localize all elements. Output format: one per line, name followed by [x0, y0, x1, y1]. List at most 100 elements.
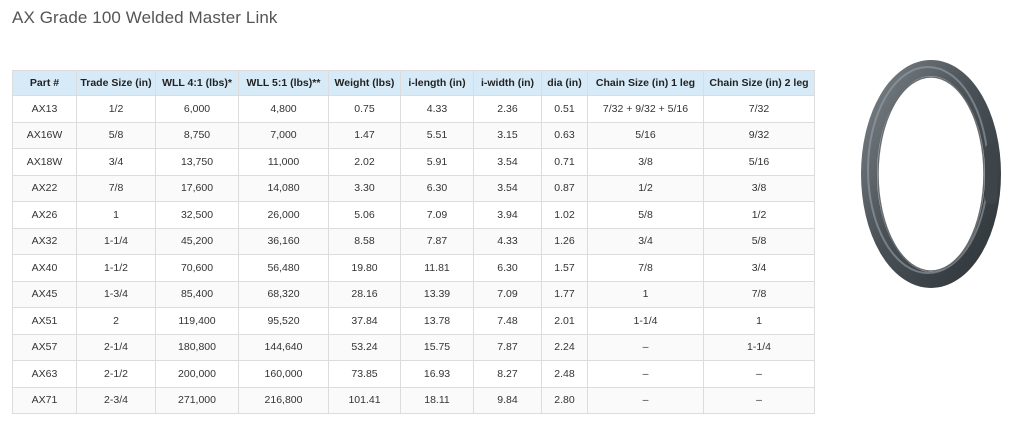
column-header: dia (in): [541, 70, 588, 96]
master-link-inner-edge: [877, 76, 985, 272]
table-cell: 3.54: [473, 148, 542, 176]
table-cell: 2-1/2: [76, 360, 156, 388]
table-cell: 5/16: [703, 148, 815, 176]
table-cell: 5.51: [400, 121, 474, 149]
table-cell: 68,320: [238, 280, 329, 308]
table-cell: 0.87: [541, 174, 588, 202]
table-cell: 2.36: [473, 95, 542, 123]
table-row: AX45 1-3/4 85,400 68,320 28.16 13.39 7.09 1.77 1…: [12, 280, 815, 308]
table-cell: 5.06: [328, 201, 401, 229]
table-cell: 45,200: [155, 227, 239, 255]
column-header: Weight (lbs): [328, 70, 401, 96]
table-cell: 7/8: [703, 280, 815, 308]
table-cell: 36,160: [238, 227, 329, 255]
table-cell: 3.54: [473, 174, 542, 202]
table-cell: 13.78: [400, 307, 474, 335]
table-row: AX51 2 119,400 95,520 37.84 13.78 7.48 2.01 1-1/…: [12, 307, 815, 335]
table-cell: 13,750: [155, 148, 239, 176]
column-header: Chain Size (in) 2 leg: [703, 70, 815, 96]
table-cell: 101.41: [328, 386, 401, 414]
table-cell: 2.01: [541, 307, 588, 335]
table-cell: –: [587, 333, 704, 361]
table-cell: 5/8: [587, 201, 704, 229]
table-row: AX71 2-3/4 271,000 216,800 101.41 18.11 9.84 2.…: [12, 386, 815, 414]
table-cell: 7/8: [587, 254, 704, 282]
table-cell: 1-1/4: [587, 307, 704, 335]
table-cell: 271,000: [155, 386, 239, 414]
table-cell: 7/8: [76, 174, 156, 202]
table-cell: 85,400: [155, 280, 239, 308]
table-cell: 0.63: [541, 121, 588, 149]
master-link-highlight: [867, 66, 989, 274]
table-cell: 7.09: [473, 280, 542, 308]
column-header: Chain Size (in) 1 leg: [587, 70, 704, 96]
table-cell: 1/2: [587, 174, 704, 202]
table-cell: 11,000: [238, 148, 329, 176]
table-cell: 3.30: [328, 174, 401, 202]
table-cell: 13.39: [400, 280, 474, 308]
master-link-ring: [861, 60, 1001, 288]
part-number-cell: AX51: [12, 307, 77, 335]
table-cell: 9.84: [473, 386, 542, 414]
part-number-cell: AX22: [12, 174, 77, 202]
table-cell: 7,000: [238, 121, 329, 149]
table-cell: 160,000: [238, 360, 329, 388]
table-cell: 15.75: [400, 333, 474, 361]
table-cell: 32,500: [155, 201, 239, 229]
table-cell: 95,520: [238, 307, 329, 335]
table-cell: 11.81: [400, 254, 474, 282]
table-cell: 73.85: [328, 360, 401, 388]
table-cell: 2: [76, 307, 156, 335]
table-cell: 0.51: [541, 95, 588, 123]
table-cell: 56,480: [238, 254, 329, 282]
table-cell: 144,640: [238, 333, 329, 361]
part-number-cell: AX13: [12, 95, 77, 123]
table-cell: –: [703, 386, 815, 414]
table-cell: 19.80: [328, 254, 401, 282]
table-cell: 14,080: [238, 174, 329, 202]
table-cell: 1.57: [541, 254, 588, 282]
table-cell: 3/4: [587, 227, 704, 255]
table-cell: 3.15: [473, 121, 542, 149]
table-cell: 17,600: [155, 174, 239, 202]
table-cell: 5/8: [76, 121, 156, 149]
table-cell: 53.24: [328, 333, 401, 361]
table-cell: 8.58: [328, 227, 401, 255]
table-cell: 180,800: [155, 333, 239, 361]
column-header: Part #: [12, 70, 77, 96]
table-row: AX57 2-1/4 180,800 144,640 53.24 15.75 7.87 2.2…: [12, 333, 815, 361]
table-cell: 1: [76, 201, 156, 229]
table-cell: 4,800: [238, 95, 329, 123]
table-cell: 0.75: [328, 95, 401, 123]
table-cell: 4.33: [473, 227, 542, 255]
table-cell: 1.47: [328, 121, 401, 149]
table-cell: 28.16: [328, 280, 401, 308]
table-cell: 4.33: [400, 95, 474, 123]
table-cell: 2.80: [541, 386, 588, 414]
table-row: AX63 2-1/2 200,000 160,000 73.85 16.93 8.27 2.4…: [12, 360, 815, 388]
master-link-weld: [985, 144, 997, 204]
table-row: AX18W 3/4 13,750 11,000 2.02 5.91 3.54 0.71 3/8 5…: [12, 148, 815, 176]
table-cell: –: [587, 360, 704, 388]
part-number-cell: AX18W: [12, 148, 77, 176]
table-cell: 2.02: [328, 148, 401, 176]
table-cell: 37.84: [328, 307, 401, 335]
table-body: AX13 1/2 6,000 4,800 0.75 4.33 2.36 0.51 7/32 + …: [12, 95, 815, 414]
part-number-cell: AX63: [12, 360, 77, 388]
table-cell: 2-1/4: [76, 333, 156, 361]
table-cell: 6,000: [155, 95, 239, 123]
table-cell: 1-1/4: [76, 227, 156, 255]
column-header: Trade Size (in): [76, 70, 156, 96]
table-cell: 16.93: [400, 360, 474, 388]
page-title: AX Grade 100 Welded Master Link: [12, 8, 278, 27]
table-cell: 2.24: [541, 333, 588, 361]
table-cell: 5/8: [703, 227, 815, 255]
table-row: AX32 1-1/4 45,200 36,160 8.58 7.87 4.33 1.26 3/4…: [12, 227, 815, 255]
part-number-cell: AX57: [12, 333, 77, 361]
part-number-cell: AX45: [12, 280, 77, 308]
table-row: AX26 1 32,500 26,000 5.06 7.09 3.94 1.02 5/8 1/2: [12, 201, 815, 229]
master-link-photo: [861, 60, 1001, 288]
table-cell: 7.87: [400, 227, 474, 255]
column-header: WLL 5:1 (lbs)**: [238, 70, 329, 96]
column-header: i-length (in): [400, 70, 474, 96]
